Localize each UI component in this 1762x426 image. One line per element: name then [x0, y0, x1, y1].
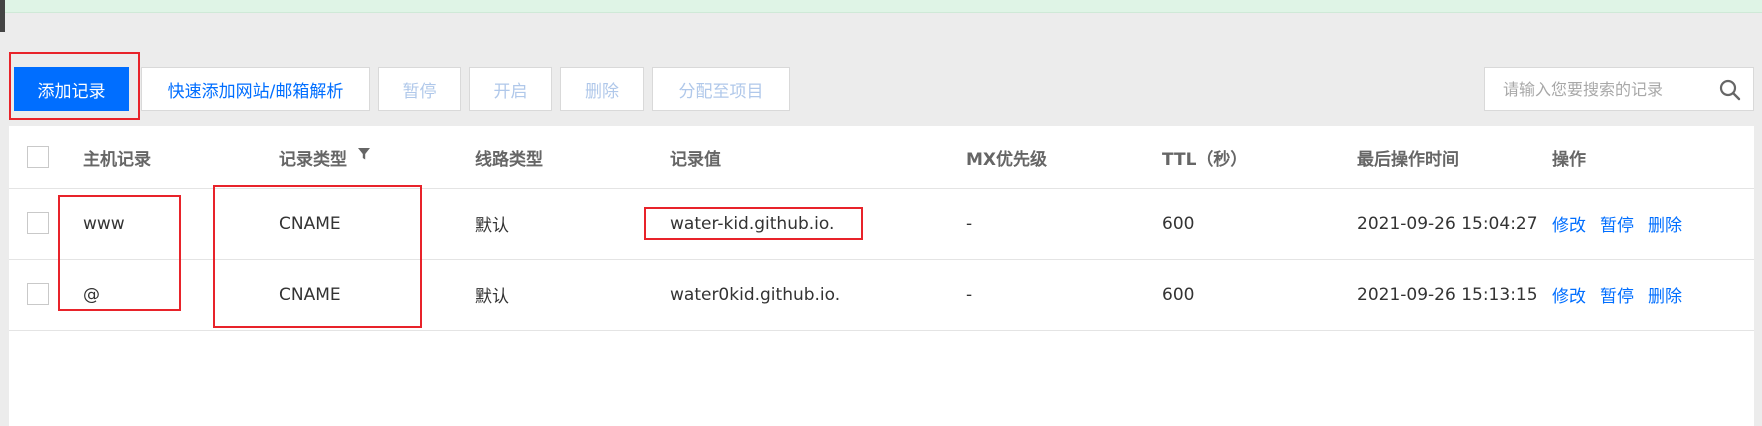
- pause-link[interactable]: 暂停: [1600, 282, 1634, 307]
- row-checkbox[interactable]: [27, 283, 49, 305]
- pause-button[interactable]: 暂停: [378, 67, 461, 111]
- search-input[interactable]: [1503, 79, 1718, 99]
- row-mx: -: [966, 213, 973, 234]
- row-host: www: [83, 213, 125, 234]
- pause-link[interactable]: 暂停: [1600, 211, 1634, 236]
- filter-icon[interactable]: [357, 147, 371, 161]
- records-table: 主机记录 记录类型 线路类型 记录值 MX优先级 TTL（秒） 最后操作时间 操…: [9, 126, 1754, 426]
- row-time: 2021-09-26 15:04:27: [1357, 213, 1538, 234]
- row-ttl: 600: [1162, 284, 1195, 305]
- row-line: 默认: [475, 287, 509, 307]
- row-mx: -: [966, 284, 973, 305]
- row-host: @: [83, 284, 100, 305]
- row-value: water0kid.github.io.: [670, 284, 841, 305]
- delete-button[interactable]: 删除: [560, 67, 644, 111]
- delete-link[interactable]: 删除: [1648, 282, 1682, 307]
- open-button[interactable]: 开启: [469, 67, 552, 111]
- row-ops: 修改 暂停 删除: [1552, 188, 1696, 259]
- edit-link[interactable]: 修改: [1552, 211, 1586, 236]
- delete-link[interactable]: 删除: [1648, 211, 1682, 236]
- quick-add-button[interactable]: 快速添加网站/邮箱解析: [141, 67, 370, 111]
- header-type: 记录类型: [279, 126, 371, 188]
- row-line: 默认: [475, 216, 509, 236]
- edit-link[interactable]: 修改: [1552, 282, 1586, 307]
- row-value: water-kid.github.io.: [670, 213, 835, 234]
- header-ttl: TTL（秒）: [1162, 149, 1248, 170]
- header-line: 线路类型: [475, 149, 543, 170]
- row-time: 2021-09-26 15:13:15: [1357, 284, 1538, 305]
- row-checkbox[interactable]: [27, 212, 49, 234]
- header-type-label: 记录类型: [279, 149, 347, 170]
- row-type: CNAME: [279, 213, 341, 234]
- row-type: CNAME: [279, 284, 341, 305]
- table-header-row: 主机记录 记录类型 线路类型 记录值 MX优先级 TTL（秒） 最后操作时间 操…: [9, 126, 1754, 189]
- left-edge-marker: [0, 0, 5, 32]
- table-row: @ CNAME 默认 water0kid.github.io. - 600 20…: [9, 259, 1754, 331]
- header-mx: MX优先级: [966, 149, 1048, 170]
- header-ops: 操作: [1552, 149, 1586, 170]
- row-ttl: 600: [1162, 213, 1195, 234]
- header-value: 记录值: [670, 149, 721, 170]
- select-all-checkbox[interactable]: [27, 146, 49, 168]
- add-record-button[interactable]: 添加记录: [14, 67, 129, 111]
- header-host: 主机记录: [83, 149, 151, 170]
- row-ops: 修改 暂停 删除: [1552, 259, 1696, 330]
- search-icon[interactable]: [1719, 79, 1741, 101]
- top-banner: [0, 0, 1762, 13]
- header-time: 最后操作时间: [1357, 149, 1459, 170]
- table-row: www CNAME 默认 water-kid.github.io. - 600 …: [9, 188, 1754, 260]
- search-box[interactable]: [1484, 67, 1754, 111]
- assign-project-button[interactable]: 分配至项目: [652, 67, 790, 111]
